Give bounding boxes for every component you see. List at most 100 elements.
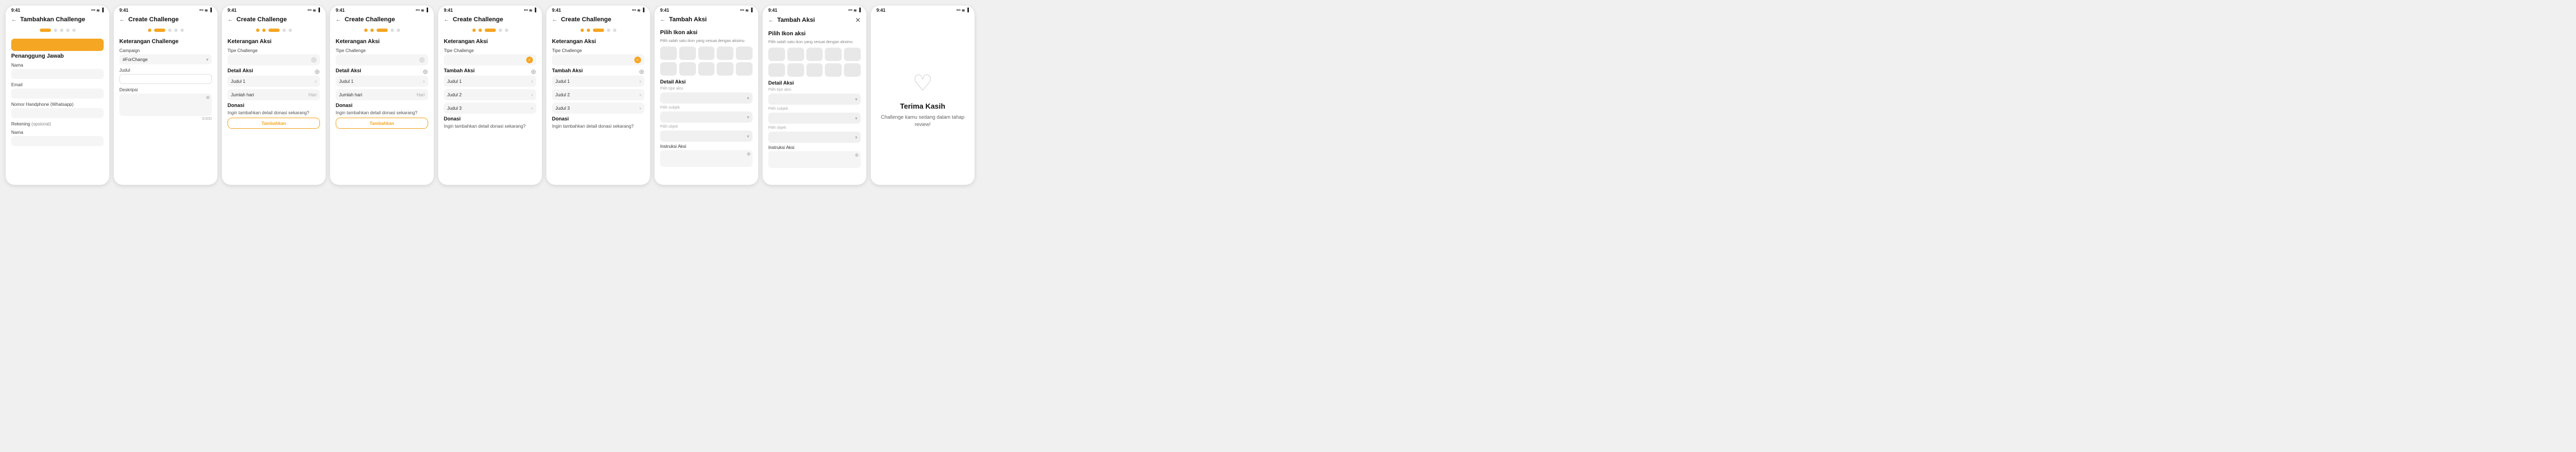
- back-button-8[interactable]: ←: [768, 17, 774, 24]
- hari-label-4: Hari: [416, 92, 425, 97]
- add-icon-4[interactable]: ⊕: [423, 68, 428, 76]
- prog-4-dot-5: [397, 29, 400, 32]
- icon-cell-7-4[interactable]: [717, 46, 734, 60]
- time-3: 9:41: [228, 8, 236, 13]
- action-judul3-5[interactable]: Judul 3 ›: [444, 102, 536, 114]
- prog-4-dot-4: [391, 29, 394, 32]
- tipe-clear-icon-3[interactable]: [311, 57, 317, 63]
- dropdown-objek-8[interactable]: ▾: [768, 132, 861, 143]
- tipe-challenge-row-6[interactable]: ✓: [552, 54, 644, 66]
- dropdown-objek-7[interactable]: ▾: [660, 131, 753, 142]
- chevron-right-icon-6a: ›: [639, 78, 641, 84]
- input-judul[interactable]: [119, 74, 212, 84]
- status-bar-5: 9:41 ▪▪▪ ≋ ▐: [438, 6, 542, 14]
- header-8: ← Tambah Aksi ✕: [763, 14, 866, 27]
- tipe-challenge-row-5[interactable]: ✓: [444, 54, 536, 66]
- back-button-2[interactable]: ←: [119, 17, 125, 23]
- screen-2: 9:41 ▪▪▪ ≋ ▐ ← Create Challenge Keterang…: [114, 6, 217, 185]
- section-title-2: Keterangan Challenge: [119, 39, 212, 45]
- back-button-5[interactable]: ←: [444, 17, 449, 23]
- chevron-down-icon-8b: ▾: [855, 116, 857, 121]
- action-judul1-5[interactable]: Judul 1 ›: [444, 76, 536, 87]
- icon-cell-8-8[interactable]: [806, 63, 823, 77]
- dropdown-tipe-7[interactable]: ▾: [660, 92, 753, 104]
- close-button-8[interactable]: ✕: [855, 16, 861, 24]
- chevron-down-icon-7a: ▾: [747, 96, 749, 101]
- add-icon-3[interactable]: ⊕: [314, 68, 320, 76]
- tipe-clear-icon-4[interactable]: [419, 57, 425, 63]
- progress-5: [438, 26, 542, 35]
- tipe-circle-icon-5: ✓: [526, 57, 533, 63]
- action-judul1-6[interactable]: Judul 1 ›: [552, 76, 644, 87]
- select-campaign[interactable]: #ForChange ▾: [119, 54, 212, 64]
- signal-icon-5: ▪▪▪: [524, 8, 528, 12]
- icon-cell-8-10[interactable]: [844, 63, 861, 77]
- action-hari-3[interactable]: Jumlah hari Hari: [228, 89, 320, 100]
- action-hari-4[interactable]: Jumlah hari Hari: [336, 89, 428, 100]
- back-button-7[interactable]: ←: [660, 17, 666, 23]
- back-button-1[interactable]: ←: [11, 17, 17, 23]
- action-judul1-3[interactable]: Judul 1 ›: [228, 76, 320, 87]
- label-campaign: Campaign: [119, 48, 212, 53]
- icon-cell-7-6[interactable]: [660, 62, 677, 76]
- icon-cell-8-5[interactable]: [844, 48, 861, 61]
- icon-cell-8-4[interactable]: [825, 48, 842, 61]
- icon-cell-8-9[interactable]: [825, 63, 842, 77]
- back-button-3[interactable]: ←: [228, 17, 233, 23]
- icon-cell-8-6[interactable]: [768, 63, 785, 77]
- input-nama[interactable]: [11, 69, 104, 79]
- icon-cell-7-7[interactable]: [679, 62, 696, 76]
- icon-cell-7-2[interactable]: [679, 46, 696, 60]
- hari-label-3: Hari: [308, 92, 317, 97]
- icon-cell-7-10[interactable]: [736, 62, 753, 76]
- action-label-judul3-6: Judul 3: [555, 106, 570, 111]
- detail-aksi-title-3: Detail Aksi: [228, 68, 253, 73]
- action-judul1-4[interactable]: Judul 1 ›: [336, 76, 428, 87]
- icon-cell-8-2[interactable]: [787, 48, 804, 61]
- icon-cell-7-5[interactable]: [736, 46, 753, 60]
- input-email[interactable]: [11, 88, 104, 99]
- tambahkan-btn-4[interactable]: Tambahkan: [336, 118, 428, 129]
- prog-6-dot-1: [581, 29, 584, 32]
- icon-cell-7-3[interactable]: [698, 46, 715, 60]
- add-icon-5[interactable]: ⊕: [531, 68, 536, 76]
- icon-cell-8-7[interactable]: [787, 63, 804, 77]
- prog-5-dot-3: [485, 29, 496, 32]
- action-judul2-5[interactable]: Judul 2 ›: [444, 89, 536, 100]
- action-judul3-6[interactable]: Judul 3 ›: [552, 102, 644, 114]
- tipe-challenge-row-3[interactable]: [228, 54, 320, 66]
- label-phone: Nomor Handphone (Whatsapp): [11, 102, 104, 107]
- tambahkan-btn-3[interactable]: Tambahkan: [228, 118, 320, 129]
- instruksi-field-8[interactable]: [768, 151, 861, 168]
- donasi-section-6: Donasi Ingin tambahkan detail donasi sek…: [552, 116, 644, 129]
- content-5: Keterangan Aksi Tipe Challenge ✓ Tambah …: [438, 35, 542, 185]
- battery-icon-6: ▐: [642, 8, 644, 12]
- wifi-icon-8: ≋: [853, 8, 857, 13]
- add-icon-6[interactable]: ⊕: [639, 68, 644, 76]
- icon-cell-8-3[interactable]: [806, 48, 823, 61]
- detail-aksi-header-4: Detail Aksi ⊕: [336, 68, 428, 76]
- pilih-ikon-title-7: Pilih Ikon aksi: [660, 30, 753, 36]
- dropdown-subjek-8[interactable]: ▾: [768, 113, 861, 124]
- textarea-deskripsi[interactable]: [119, 94, 212, 116]
- action-judul2-6[interactable]: Judul 2 ›: [552, 89, 644, 100]
- icon-cell-7-8[interactable]: [698, 62, 715, 76]
- icon-cell-7-1[interactable]: [660, 46, 677, 60]
- input-phone[interactable]: [11, 108, 104, 118]
- chevron-down-icon-8a: ▾: [855, 97, 857, 102]
- input-rekening-nama[interactable]: [11, 136, 104, 146]
- screen-7: 9:41 ▪▪▪ ≋ ▐ ← Tambah Aksi Pilih Ikon ak…: [655, 6, 758, 185]
- tipe-challenge-row-4[interactable]: [336, 54, 428, 66]
- icon-cell-7-9[interactable]: [717, 62, 734, 76]
- instruksi-field-7[interactable]: [660, 150, 753, 167]
- dropdown-subjek-7[interactable]: ▾: [660, 111, 753, 123]
- back-button-4[interactable]: ←: [336, 17, 341, 23]
- label-rekening-nama: Nama: [11, 130, 104, 135]
- prog-5-dot-1: [472, 29, 476, 32]
- instruksi-label-7: Instruksi Aksi: [660, 144, 753, 149]
- content-2: Keterangan Challenge Campaign #ForChange…: [114, 35, 217, 185]
- back-button-6[interactable]: ←: [552, 17, 558, 23]
- dropdown-tipe-8[interactable]: ▾: [768, 94, 861, 105]
- icon-cell-8-1[interactable]: [768, 48, 785, 61]
- prog-6-dot-5: [613, 29, 616, 32]
